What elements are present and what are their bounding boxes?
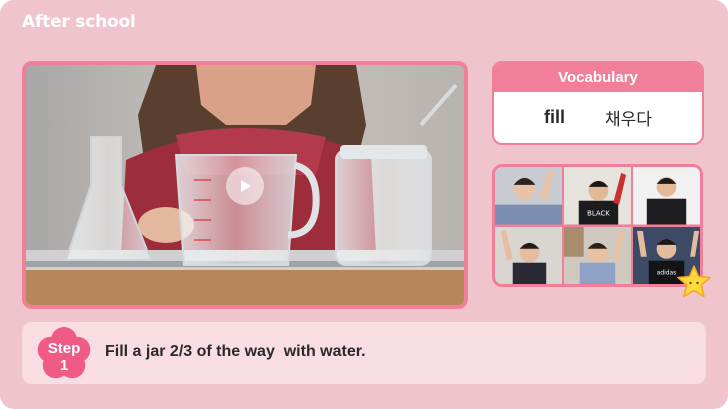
participant-video: BLACK: [564, 167, 631, 225]
play-icon: [241, 180, 251, 192]
participants-grid: BLACK adidas: [492, 164, 703, 287]
vocabulary-card: Vocabulary fill 채우다: [492, 61, 704, 145]
participant-video: [564, 226, 631, 284]
participant-tile[interactable]: [564, 226, 631, 284]
step-label: Step: [47, 340, 81, 357]
video-player[interactable]: [22, 61, 468, 309]
vocabulary-header: Vocabulary: [494, 63, 702, 92]
app-frame: After school Vocabulary fill 채우다 BLACK a…: [0, 0, 728, 409]
participant-video: [495, 226, 562, 284]
participant-tile[interactable]: [633, 167, 700, 225]
step-badge: Step 1: [36, 326, 92, 382]
participant-video: [633, 167, 700, 225]
step-number: 1: [59, 357, 69, 374]
play-button[interactable]: [226, 167, 264, 205]
participant-tile[interactable]: [495, 226, 562, 284]
star-icon: [677, 265, 711, 298]
vocabulary-body: fill 채우다: [494, 92, 702, 143]
participant-video: [495, 167, 562, 225]
participant-tile[interactable]: BLACK: [564, 167, 631, 225]
svg-text:adidas: adidas: [657, 269, 676, 276]
app-title: After school: [22, 12, 136, 32]
svg-text:BLACK: BLACK: [587, 210, 610, 218]
vocabulary-word: fill: [544, 107, 566, 127]
step-instruction: Fill a jar 2/3 of the way with water.: [105, 343, 366, 360]
participant-tile[interactable]: [495, 167, 562, 225]
vocabulary-translation: 채우다: [605, 110, 652, 130]
step-bar: Step 1 Fill a jar 2/3 of the way with wa…: [22, 322, 706, 384]
